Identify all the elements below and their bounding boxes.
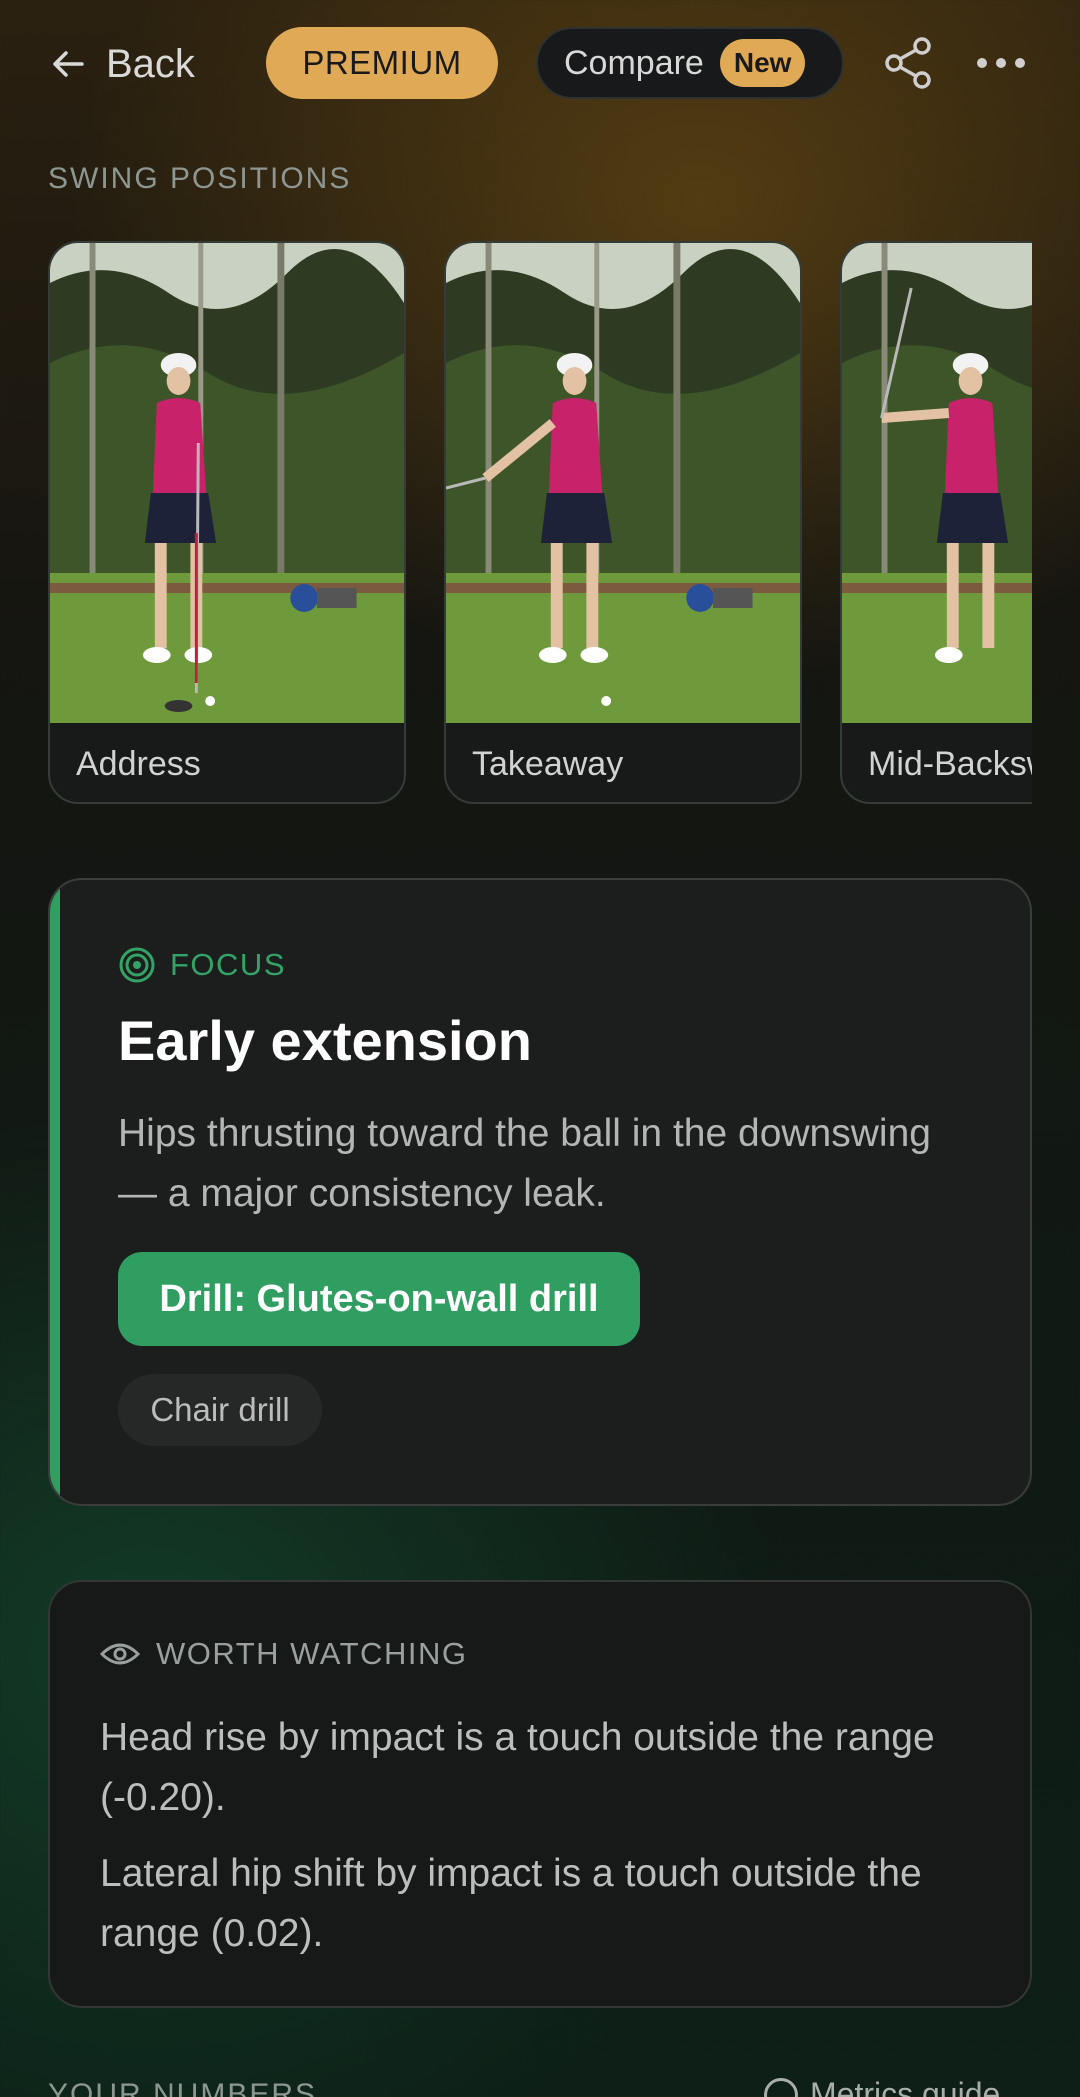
target-icon — [119, 947, 155, 983]
golfer-address-image — [50, 243, 404, 723]
worth-watching-label: WORTH WATCHING — [156, 1636, 468, 1671]
watch-item: Head rise by impact is a touch outside t… — [100, 1716, 935, 1819]
focus-title: Early extension — [118, 1009, 532, 1072]
position-label: Address — [76, 745, 201, 783]
drill-button[interactable]: Drill: Glutes-on-wall drill — [118, 1252, 640, 1346]
metrics-guide-label: Metrics guide — [810, 2076, 1001, 2097]
info-icon — [764, 2077, 798, 2097]
watch-item: Lateral hip shift by impact is a touch o… — [100, 1852, 922, 1955]
worth-watching-card: WORTH WATCHING Head rise by impact is a … — [48, 1580, 1032, 2008]
position-label: Mid-Backswing — [868, 745, 1032, 783]
focus-tag: FOCUS — [118, 946, 286, 984]
position-card-mid-backswing[interactable]: Mid-Backswing — [840, 241, 1032, 804]
back-button[interactable]: Back — [48, 34, 195, 94]
golfer-takeaway-image — [446, 243, 800, 723]
focus-card: FOCUS Early extension Hips thrusting tow… — [48, 878, 1032, 1506]
premium-button[interactable]: PREMIUM — [266, 27, 498, 99]
back-label: Back — [106, 41, 195, 86]
eye-icon — [100, 1643, 140, 1665]
compare-label: Compare — [564, 43, 704, 82]
golfer-mid-backswing-image — [842, 243, 1032, 723]
your-numbers-heading: YOUR NUMBERS — [48, 2078, 318, 2097]
position-card-address[interactable]: Address — [48, 241, 406, 804]
compare-button[interactable]: Compare New — [536, 27, 844, 99]
swing-positions-heading: SWING POSITIONS — [48, 162, 352, 195]
new-badge: New — [719, 39, 806, 87]
metrics-guide-link[interactable]: Metrics guide — [764, 2076, 1000, 2097]
more-options-icon[interactable] — [976, 50, 1026, 76]
focus-tag-label: FOCUS — [170, 947, 286, 982]
chair-drill-chip[interactable]: Chair drill — [118, 1374, 322, 1446]
swing-positions-carousel[interactable]: Address Takeaway Mid-Backs — [48, 241, 1032, 806]
position-card-takeaway[interactable]: Takeaway — [444, 241, 802, 804]
position-label: Takeaway — [472, 745, 624, 783]
arrow-left-icon — [53, 51, 84, 77]
focus-description: Hips thrusting toward the ball in the do… — [118, 1112, 931, 1215]
top-bar: Back PREMIUM Compare New — [0, 0, 1080, 130]
focus-accent-bar — [50, 880, 60, 1504]
worth-watching-tag: WORTH WATCHING — [100, 1636, 467, 1672]
share-icon[interactable] — [882, 36, 936, 90]
